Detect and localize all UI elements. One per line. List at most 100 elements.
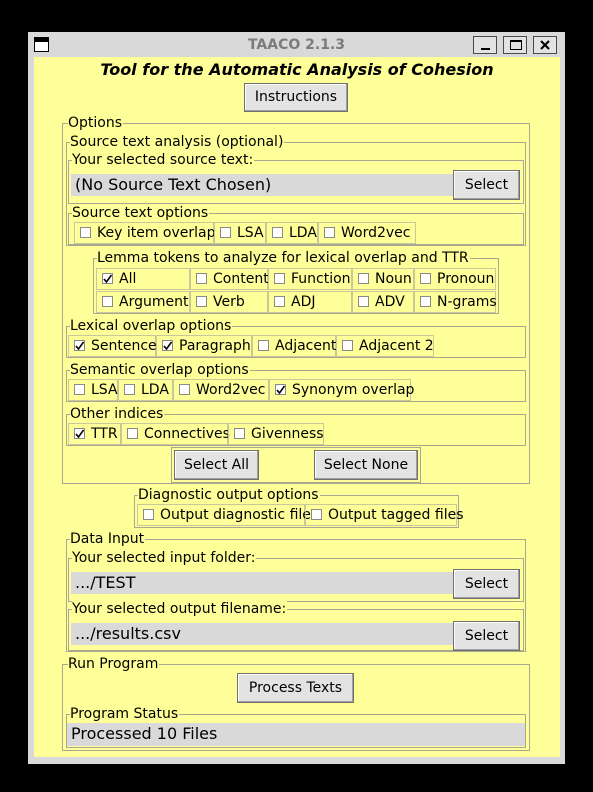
lexical-adjacent-2-label: Adjacent 2: [359, 338, 434, 354]
other-givenness-checkbox[interactable]: Givenness: [228, 423, 324, 445]
lemma-argument-label: Argument: [119, 294, 189, 310]
checkbox-empty-icon[interactable]: [311, 509, 322, 520]
checkbox-empty-icon[interactable]: [80, 227, 91, 238]
checkbox-empty-icon[interactable]: [420, 273, 431, 284]
diagnostic-output-tagged-files-checkbox[interactable]: Output tagged files: [305, 504, 464, 526]
diagnostic-output-tagged-files-label: Output tagged files: [328, 507, 464, 523]
instructions-button[interactable]: Instructions: [244, 83, 348, 112]
output-file-label: Your selected output filename:: [72, 601, 288, 617]
semantic-synonym-overlap-checkbox[interactable]: Synonym overlap: [269, 379, 415, 401]
select-all-button[interactable]: Select All: [174, 450, 259, 480]
checkbox-empty-icon[interactable]: [220, 227, 231, 238]
checkbox-empty-icon[interactable]: [102, 296, 113, 307]
maximize-button[interactable]: [503, 36, 527, 54]
program-status-field: Processed 10 Files: [67, 723, 525, 746]
source-option-word2vec-checkbox[interactable]: Word2vec: [318, 222, 416, 244]
source-option-word2vec-label: Word2vec: [341, 225, 411, 241]
output-file-field: .../results.csv: [71, 623, 453, 645]
checkbox-empty-icon[interactable]: [234, 428, 245, 439]
source-selected-label: Your selected source text:: [72, 152, 255, 168]
other-label: Other indices: [70, 406, 165, 422]
source-option-key-item-overlap-checkbox[interactable]: Key item overlap: [74, 222, 216, 244]
close-button[interactable]: [533, 36, 557, 54]
lexical-sentence-checkbox[interactable]: Sentence: [68, 335, 157, 357]
checkbox-empty-icon[interactable]: [272, 227, 283, 238]
checkbox-empty-icon[interactable]: [324, 227, 335, 238]
checkbox-empty-icon[interactable]: [420, 296, 431, 307]
lemma-content-checkbox[interactable]: Content: [190, 268, 269, 290]
lemma-function-checkbox[interactable]: Function: [268, 268, 352, 290]
lexical-paragraph-label: Paragraph: [179, 338, 251, 354]
lexical-adjacent-label: Adjacent: [275, 338, 337, 354]
checkbox-empty-icon[interactable]: [274, 273, 285, 284]
output-file-select-button[interactable]: Select: [453, 621, 520, 651]
input-folder-label: Your selected input folder:: [72, 550, 257, 566]
source-analysis-label: Source text analysis (optional): [70, 134, 285, 150]
lemma-adv-checkbox[interactable]: ADV: [352, 291, 414, 313]
checkmark-icon[interactable]: [74, 340, 85, 351]
run-program-label: Run Program: [68, 656, 160, 672]
lemma-function-label: Function: [291, 271, 351, 287]
lemma-label: Lemma tokens to analyze for lexical over…: [97, 250, 470, 266]
semantic-label: Semantic overlap options: [70, 362, 250, 378]
checkmark-icon[interactable]: [74, 428, 85, 439]
checkbox-empty-icon[interactable]: [196, 296, 207, 307]
checkbox-empty-icon[interactable]: [143, 509, 154, 520]
semantic-synonym-overlap-label: Synonym overlap: [292, 382, 415, 398]
source-select-button[interactable]: Select: [453, 170, 520, 200]
options-label: Options: [68, 115, 124, 131]
checkmark-icon[interactable]: [275, 384, 286, 395]
process-texts-button[interactable]: Process Texts: [237, 673, 354, 703]
checkbox-empty-icon[interactable]: [358, 273, 369, 284]
source-option-lsa-label: LSA: [237, 225, 264, 241]
checkbox-empty-icon[interactable]: [196, 273, 207, 284]
lemma-all-checkbox[interactable]: All: [96, 268, 190, 290]
close-icon: [540, 40, 550, 50]
lemma-pronoun-label: Pronoun: [437, 271, 495, 287]
checkbox-empty-icon[interactable]: [124, 384, 135, 395]
lemma-noun-checkbox[interactable]: Noun: [352, 268, 414, 290]
lemma-adj-checkbox[interactable]: ADJ: [268, 291, 352, 313]
checkbox-empty-icon[interactable]: [74, 384, 85, 395]
checkbox-empty-icon[interactable]: [179, 384, 190, 395]
title-bar[interactable]: TAACO 2.1.3: [28, 32, 565, 57]
lemma-adj-label: ADJ: [291, 294, 316, 310]
diagnostic-output-diagnostic-file-checkbox[interactable]: Output diagnostic file: [137, 504, 311, 526]
checkbox-empty-icon[interactable]: [274, 296, 285, 307]
semantic-lda-label: LDA: [141, 382, 169, 398]
semantic-lda-checkbox[interactable]: LDA: [118, 379, 173, 401]
lemma-verb-checkbox[interactable]: Verb: [190, 291, 268, 313]
lexical-paragraph-checkbox[interactable]: Paragraph: [156, 335, 252, 357]
lemma-n-grams-label: N-grams: [437, 294, 497, 310]
minimize-button[interactable]: [473, 36, 497, 54]
lemma-argument-checkbox[interactable]: Argument: [96, 291, 190, 313]
source-option-lda-label: LDA: [289, 225, 317, 241]
source-options-label: Source text options: [72, 205, 210, 221]
checkbox-empty-icon[interactable]: [258, 340, 269, 351]
input-folder-field: .../TEST: [71, 572, 453, 594]
select-none-button[interactable]: Select None: [314, 450, 418, 480]
source-option-lsa-checkbox[interactable]: LSA: [214, 222, 266, 244]
minimize-icon: [481, 48, 490, 50]
other-ttr-label: TTR: [91, 426, 118, 442]
checkbox-empty-icon[interactable]: [127, 428, 138, 439]
semantic-word2vec-checkbox[interactable]: Word2vec: [173, 379, 269, 401]
other-givenness-label: Givenness: [251, 426, 324, 442]
program-status-label: Program Status: [70, 706, 180, 722]
lemma-n-grams-checkbox[interactable]: N-grams: [414, 291, 497, 313]
checkbox-empty-icon[interactable]: [342, 340, 353, 351]
lemma-content-label: Content: [213, 271, 269, 287]
checkbox-empty-icon[interactable]: [358, 296, 369, 307]
lemma-pronoun-checkbox[interactable]: Pronoun: [414, 268, 496, 290]
input-folder-select-button[interactable]: Select: [453, 569, 520, 599]
semantic-lsa-checkbox[interactable]: LSA: [68, 379, 118, 401]
lemma-all-label: All: [119, 271, 137, 287]
other-connectives-checkbox[interactable]: Connectives: [121, 423, 230, 445]
lexical-adjacent-2-checkbox[interactable]: Adjacent 2: [336, 335, 434, 357]
source-option-lda-checkbox[interactable]: LDA: [266, 222, 318, 244]
checkmark-icon[interactable]: [102, 273, 113, 284]
checkmark-icon[interactable]: [162, 340, 173, 351]
lexical-adjacent-checkbox[interactable]: Adjacent: [252, 335, 336, 357]
other-ttr-checkbox[interactable]: TTR: [68, 423, 121, 445]
semantic-lsa-label: LSA: [91, 382, 118, 398]
